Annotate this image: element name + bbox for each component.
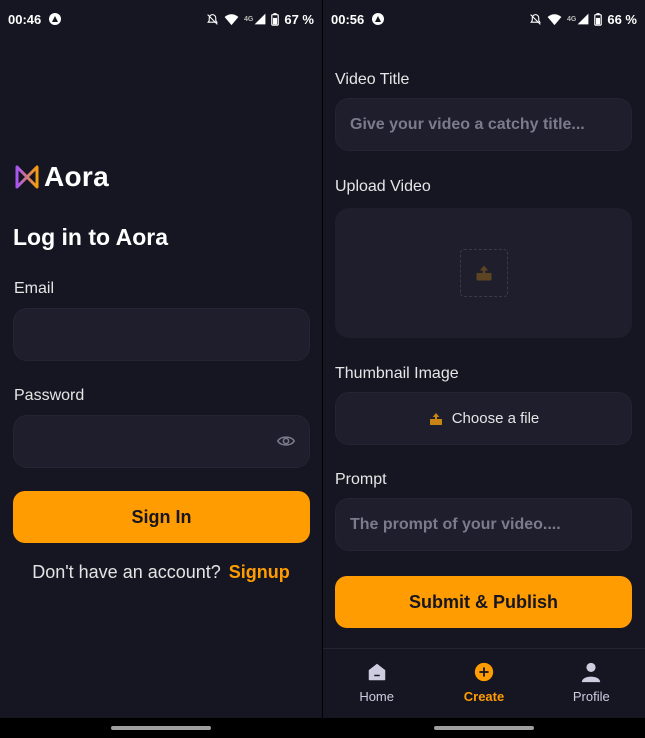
video-title-label: Video Title (335, 71, 410, 88)
status-icons: 4G 66 % (529, 12, 637, 27)
status-time: 00:46 (8, 11, 42, 27)
split-screenshot: 00:46 4G 67 % Aora Log in to Aora Email … (0, 0, 645, 738)
status-bar: 00:56 4G 66 % (323, 0, 645, 38)
gesture-nav-bar (323, 718, 645, 738)
video-title-field-wrapper (335, 98, 632, 151)
prompt-field-wrapper (335, 498, 632, 551)
signal-icon (577, 13, 589, 25)
home-icon (368, 663, 385, 681)
prompt-label: Prompt (335, 471, 387, 488)
email-field[interactable] (14, 309, 309, 360)
aora-logo-icon (15, 165, 39, 189)
app-logo: Aora (14, 161, 109, 193)
tab-profile[interactable]: Profile (546, 661, 636, 704)
app-notification-icon (49, 13, 62, 25)
signup-link[interactable]: Signup (229, 562, 290, 583)
tab-profile-label: Profile (572, 689, 610, 704)
sign-in-button[interactable]: Sign In (13, 491, 310, 543)
password-field-wrapper (13, 415, 310, 468)
tab-create-label: Create (463, 689, 505, 704)
bell-off-icon (207, 13, 218, 25)
login-screen: 00:46 4G 67 % Aora Log in to Aora Email … (0, 0, 322, 738)
tab-create[interactable]: Create (439, 661, 529, 704)
battery-icon (271, 12, 280, 26)
gesture-nav-bar (0, 718, 322, 738)
app-notification-icon (372, 13, 385, 25)
upload-icon (476, 265, 491, 281)
network-type: 4G (244, 15, 254, 23)
video-title-input[interactable] (350, 115, 617, 134)
status-icons: 4G 67 % (206, 12, 314, 27)
bell-off-icon (530, 13, 541, 25)
battery-percent: 66 % (607, 11, 637, 27)
prompt-input[interactable] (350, 515, 617, 534)
home-gesture-handle[interactable] (434, 726, 534, 730)
upload-icon (429, 412, 442, 425)
tab-home-label: Home (359, 689, 394, 704)
choose-file-text: Choose a file (451, 410, 540, 427)
wifi-icon (547, 13, 562, 25)
home-gesture-handle[interactable] (111, 726, 211, 730)
bottom-tab-bar: Home Create Profile (323, 648, 645, 718)
wifi-icon (224, 13, 239, 25)
no-account-text: Don't have an account? (32, 562, 221, 582)
tab-home[interactable]: Home (332, 661, 422, 704)
status-bar: 00:46 4G 67 % (0, 0, 322, 38)
email-label: Email (14, 280, 55, 297)
upload-video-dropzone[interactable] (335, 208, 632, 338)
thumbnail-label: Thumbnail Image (335, 365, 459, 382)
email-field-wrapper (13, 308, 310, 361)
signal-icon (254, 13, 266, 25)
password-label: Password (14, 387, 85, 404)
battery-icon (594, 12, 603, 26)
page-title: Log in to Aora (13, 224, 169, 250)
eye-icon[interactable] (277, 434, 295, 448)
choose-thumbnail-button[interactable]: Choose a file (335, 392, 632, 445)
status-time: 00:56 (331, 11, 365, 27)
logo-text: Aora (44, 161, 109, 192)
submit-publish-button[interactable]: Submit & Publish (335, 576, 632, 628)
upload-video-label: Upload Video (335, 178, 431, 195)
password-field[interactable] (14, 416, 309, 467)
create-screen: 00:56 4G 66 % Video Title Upload Video (323, 0, 645, 738)
battery-percent: 67 % (284, 11, 314, 27)
upload-target (459, 249, 508, 297)
profile-icon (582, 662, 601, 683)
network-type: 4G (567, 15, 577, 23)
signup-prompt: Don't have an account? Signup (0, 562, 322, 583)
plus-circle-icon (474, 662, 494, 682)
